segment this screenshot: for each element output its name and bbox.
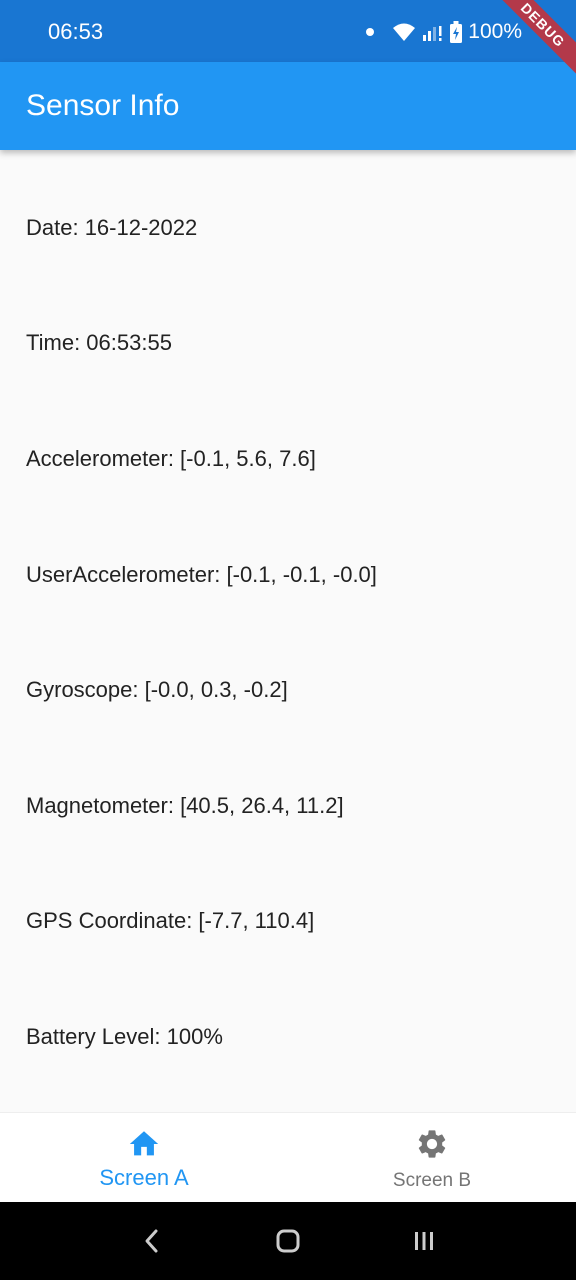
date-text: Date: 16-12-2022 xyxy=(26,215,198,240)
nav-item-screen-b[interactable]: Screen B xyxy=(288,1113,576,1203)
app-bar: Sensor Info xyxy=(0,62,576,150)
signal-icon xyxy=(423,26,442,41)
notification-dot-icon xyxy=(366,28,375,36)
battery-percentage: 100% xyxy=(468,20,522,43)
battery-level-text: Battery Level: 100% xyxy=(26,1024,223,1049)
user-accelerometer-text: UserAccelerometer: [-0.1, -0.1, -0.0] xyxy=(26,562,377,587)
recent-apps-icon[interactable] xyxy=(409,1226,439,1256)
time-text: Time: 06:53:55 xyxy=(26,330,172,355)
home-button-icon[interactable] xyxy=(273,1226,303,1256)
accelerometer-text: Accelerometer: [-0.1, 5.6, 7.6] xyxy=(26,446,316,471)
status-bar: 06:53 100% xyxy=(0,0,576,62)
home-icon xyxy=(129,1131,159,1156)
nav-label-screen-a: Screen A xyxy=(99,1165,189,1190)
gear-icon xyxy=(418,1130,446,1158)
wifi-icon xyxy=(393,23,416,41)
magnetometer-text: Magnetometer: [40.5, 26.4, 11.2] xyxy=(26,793,344,818)
battery-icon xyxy=(450,21,463,43)
gyroscope-text: Gyroscope: [-0.0, 0.3, -0.2] xyxy=(26,677,288,702)
bottom-navigation: Screen A Screen B xyxy=(0,1112,576,1203)
status-icons: 100% xyxy=(366,19,522,45)
nav-label-screen-b: Screen B xyxy=(392,1170,472,1191)
page-title: Sensor Info xyxy=(26,89,180,122)
system-navigation-bar xyxy=(0,1202,576,1280)
nav-item-screen-a[interactable]: Screen A xyxy=(0,1113,288,1203)
sensor-list: Date: 16-12-2022 Time: 06:53:55 Accelero… xyxy=(0,150,576,1112)
status-time: 06:53 xyxy=(48,19,104,44)
gps-coordinate-text: GPS Coordinate: [-7.7, 110.4] xyxy=(26,908,315,933)
back-icon[interactable] xyxy=(137,1226,167,1256)
